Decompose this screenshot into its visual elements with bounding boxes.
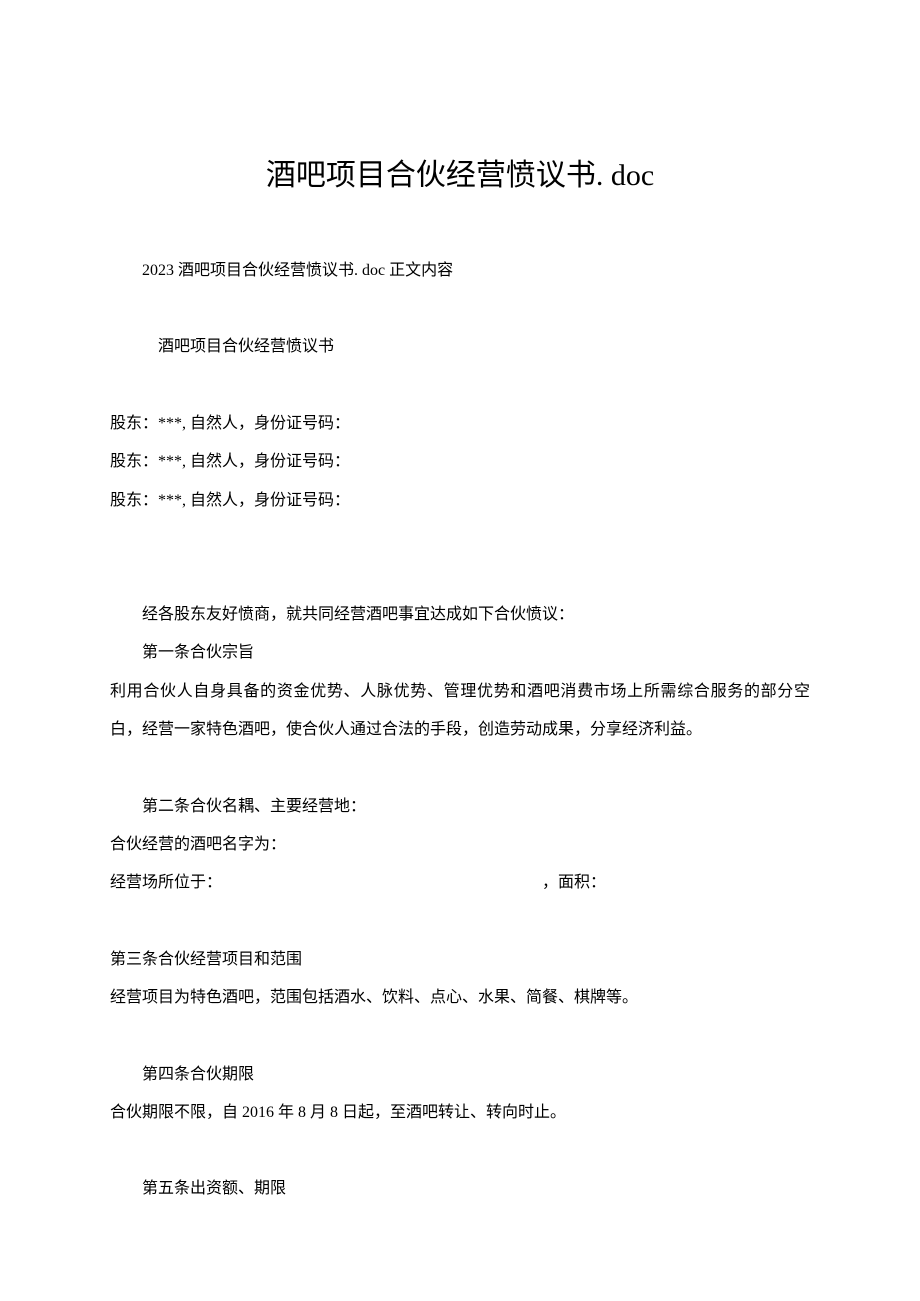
shareholder-line-2: 股东：***, 自然人，身份证号码：: [110, 443, 810, 481]
article-2-heading: 第二条合伙名耦、主要经营地：: [110, 788, 810, 826]
location-label: 经营场所位于：: [110, 874, 222, 891]
preamble: 经各股东友好愤商，就共同经营酒吧事宜达成如下合伙愤议：: [110, 596, 810, 634]
article-2-line-2: 经营场所位于： ，面积：: [110, 864, 810, 902]
spacer: [110, 1132, 810, 1170]
subtitle: 酒吧项目合伙经营愤议书: [110, 328, 810, 366]
area-label: ，面积：: [542, 874, 606, 891]
spacer: [110, 520, 810, 558]
article-2-line-1: 合伙经营的酒吧名字为：: [110, 826, 810, 864]
shareholder-line-1: 股东：***, 自然人，身份证号码：: [110, 405, 810, 443]
spacer: [110, 1018, 810, 1056]
article-4-heading: 第四条合伙期限: [110, 1056, 810, 1094]
article-1-body: 利用合伙人自身具备的资金优势、人脉优势、管理优势和酒吧消费市场上所需综合服务的部…: [110, 673, 810, 750]
spacer: [110, 750, 810, 788]
article-5-heading: 第五条出资额、期限: [110, 1170, 810, 1208]
article-3-heading: 第三条合伙经营项目和范围: [110, 941, 810, 979]
document-page: 酒吧项目合伙经营愤议书. doc 2023 酒吧项目合伙经营愤议书. doc 正…: [0, 0, 920, 1289]
article-4-body: 合伙期限不限，自 2016 年 8 月 8 日起，至酒吧转让、转向时止。: [110, 1094, 810, 1132]
shareholder-line-3: 股东：***, 自然人，身份证号码：: [110, 482, 810, 520]
spacer: [110, 290, 810, 328]
spacer: [110, 558, 810, 596]
intro-line: 2023 酒吧项目合伙经营愤议书. doc 正文内容: [110, 252, 810, 290]
document-title: 酒吧项目合伙经营愤议书. doc: [110, 140, 810, 212]
article-1-heading: 第一条合伙宗旨: [110, 634, 810, 672]
spacer: [110, 367, 810, 405]
spacer: [110, 903, 810, 941]
article-3-body: 经营项目为特色酒吧，范围包括酒水、饮料、点心、水果、简餐、棋牌等。: [110, 979, 810, 1017]
